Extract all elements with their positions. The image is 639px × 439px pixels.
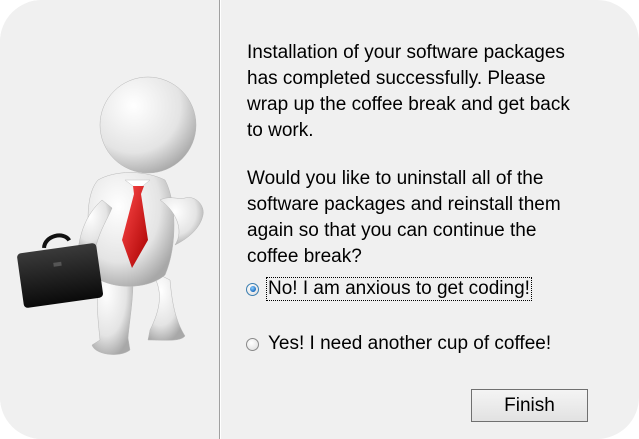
option-yes-label[interactable]: Yes! I need another cup of coffee!	[267, 333, 552, 355]
illustration-panel	[0, 0, 220, 439]
option-no-row[interactable]: No! I am anxious to get coding!	[246, 277, 532, 301]
option-no-label[interactable]: No! I am anxious to get coding!	[266, 277, 532, 301]
radio-yes[interactable]	[246, 337, 259, 351]
reinstall-question: Would you like to uninstall all of the s…	[247, 168, 561, 267]
businessman-with-briefcase-icon	[17, 76, 204, 355]
radio-no[interactable]	[246, 282, 259, 296]
installer-dialog: Installation of your software packages h…	[0, 0, 639, 439]
panel-divider-highlight	[220, 0, 221, 439]
option-yes-row[interactable]: Yes! I need another cup of coffee!	[246, 333, 552, 355]
finish-button[interactable]: Finish	[471, 389, 588, 422]
message-area: Installation of your software packages h…	[247, 40, 607, 270]
completion-message: Installation of your software packages h…	[247, 42, 570, 141]
